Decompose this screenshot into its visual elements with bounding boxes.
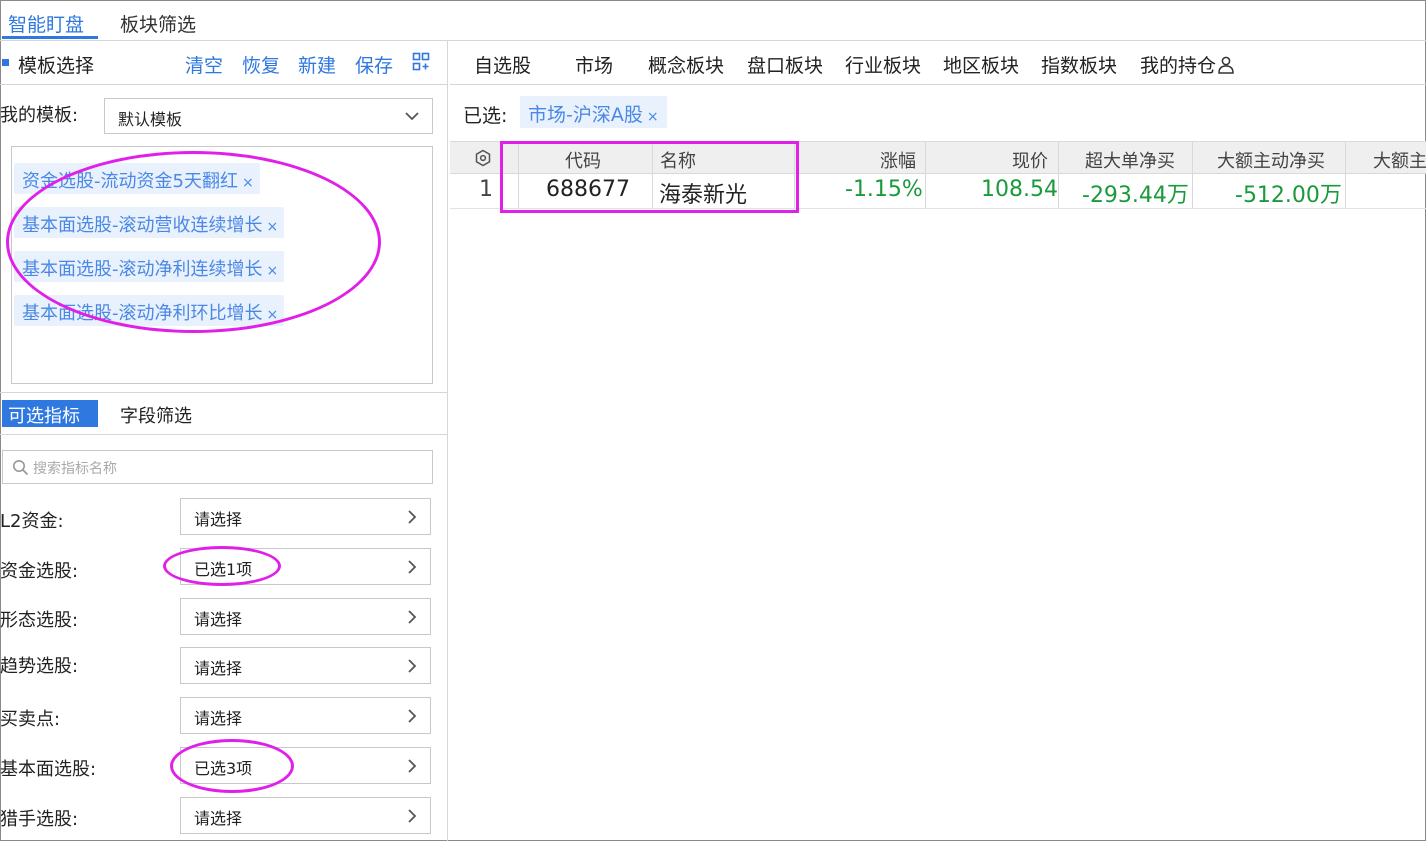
indicator-select-value: 请选择	[194, 610, 243, 629]
cell-price: 108.54	[981, 177, 1058, 202]
my-template-select[interactable]: 默认模板	[104, 98, 433, 134]
section-divider	[0, 392, 448, 393]
nav-divider	[450, 84, 1426, 85]
my-template-label: 我的模板:	[0, 105, 79, 126]
nav-concept-sector[interactable]: 概念板块	[648, 51, 724, 78]
highlight-ellipse-fundamentals-select	[170, 739, 294, 793]
indicator-select-pattern[interactable]: 请选择	[180, 598, 431, 635]
column-separator	[925, 141, 926, 209]
restore-button[interactable]: 恢复	[242, 51, 280, 78]
active-tab-indicator	[2, 36, 98, 39]
section-divider	[0, 434, 448, 435]
chevron-right-icon	[408, 809, 417, 823]
nav-watchlist[interactable]: 自选股	[474, 51, 531, 78]
section-marker-icon	[2, 59, 9, 66]
indicator-label-pattern: 形态选股:	[0, 610, 79, 631]
chevron-down-icon	[405, 112, 419, 121]
user-group-icon	[1218, 56, 1234, 74]
tab-sector-filter[interactable]: 板块筛选	[120, 10, 196, 37]
layout-toggle-icon[interactable]	[412, 52, 430, 72]
highlight-ellipse-fund-select	[163, 546, 281, 586]
tab-field-filter[interactable]: 字段筛选	[120, 402, 192, 428]
nav-my-holdings[interactable]: 我的持仓	[1140, 51, 1235, 78]
nav-index-sector[interactable]: 指数板块	[1041, 51, 1117, 78]
chevron-right-icon	[408, 510, 417, 524]
chevron-right-icon	[408, 560, 417, 574]
indicator-search-input[interactable]: 搜索指标名称	[2, 450, 433, 484]
highlight-ellipse-template-tags	[6, 151, 381, 333]
indicator-label-fund: 资金选股:	[0, 561, 79, 582]
selected-filter-tag-label: 市场-沪深A股	[528, 104, 643, 126]
selected-filter-label: 已选:	[463, 105, 508, 127]
column-header-large-active-net[interactable]: 大额主动净买	[1217, 147, 1325, 173]
indicator-select-hunter[interactable]: 请选择	[180, 797, 431, 834]
chevron-right-icon	[408, 659, 417, 673]
nav-my-holdings-label: 我的持仓	[1140, 55, 1217, 77]
section-divider	[0, 84, 448, 85]
column-separator	[1058, 141, 1059, 209]
column-header-large-truncated[interactable]: 大额主	[1373, 147, 1426, 173]
row-index: 1	[479, 177, 493, 202]
indicator-label-l2: L2资金:	[0, 511, 64, 532]
selected-filter-tag[interactable]: 市场-沪深A股 ×	[520, 96, 667, 128]
column-header-change[interactable]: 涨幅	[880, 147, 916, 173]
indicator-select-trade-points[interactable]: 请选择	[180, 697, 431, 734]
top-tab-bar: 智能盯盘 板块筛选	[0, 0, 1426, 41]
cell-super-large-net: -293.44万	[1082, 183, 1189, 208]
nav-market[interactable]: 市场	[575, 51, 613, 78]
column-header-super-large-net[interactable]: 超大单净买	[1085, 147, 1175, 173]
indicator-select-value: 请选择	[194, 809, 243, 828]
cell-change: -1.15%	[845, 177, 923, 202]
chevron-right-icon	[408, 610, 417, 624]
new-button[interactable]: 新建	[298, 51, 336, 78]
close-icon[interactable]: ×	[647, 109, 659, 125]
cell-large-active-net: -512.00万	[1235, 183, 1342, 208]
indicator-label-trend: 趋势选股:	[0, 656, 79, 677]
search-placeholder: 搜索指标名称	[33, 461, 117, 477]
indicator-select-value: 请选择	[194, 709, 243, 728]
tab-indicators[interactable]: 可选指标	[2, 400, 98, 427]
save-button[interactable]: 保存	[355, 51, 393, 78]
clear-button[interactable]: 清空	[185, 51, 223, 78]
column-header-price[interactable]: 现价	[1012, 147, 1048, 173]
indicator-select-l2[interactable]: 请选择	[180, 498, 431, 535]
column-separator	[1192, 141, 1193, 209]
indicator-label-trade-points: 买卖点:	[0, 709, 61, 730]
chevron-right-icon	[408, 709, 417, 723]
indicator-select-value: 请选择	[194, 510, 243, 529]
search-icon	[13, 460, 29, 476]
nav-region-sector[interactable]: 地区板块	[943, 51, 1019, 78]
chevron-right-icon	[408, 759, 417, 773]
indicator-label-fundamentals: 基本面选股:	[0, 759, 97, 780]
tab-smart-watch[interactable]: 智能盯盘	[8, 10, 84, 37]
indicator-select-value: 请选择	[194, 659, 243, 678]
my-template-value: 默认模板	[118, 110, 183, 129]
indicator-label-hunter: 猎手选股:	[0, 809, 79, 830]
column-settings-icon[interactable]	[474, 149, 492, 167]
indicator-select-trend[interactable]: 请选择	[180, 647, 431, 684]
nav-handicap-sector[interactable]: 盘口板块	[747, 51, 823, 78]
nav-industry-sector[interactable]: 行业板块	[845, 51, 921, 78]
highlight-rect-result-row	[500, 141, 799, 213]
column-separator	[1345, 141, 1346, 209]
template-section-title: 模板选择	[18, 55, 95, 77]
